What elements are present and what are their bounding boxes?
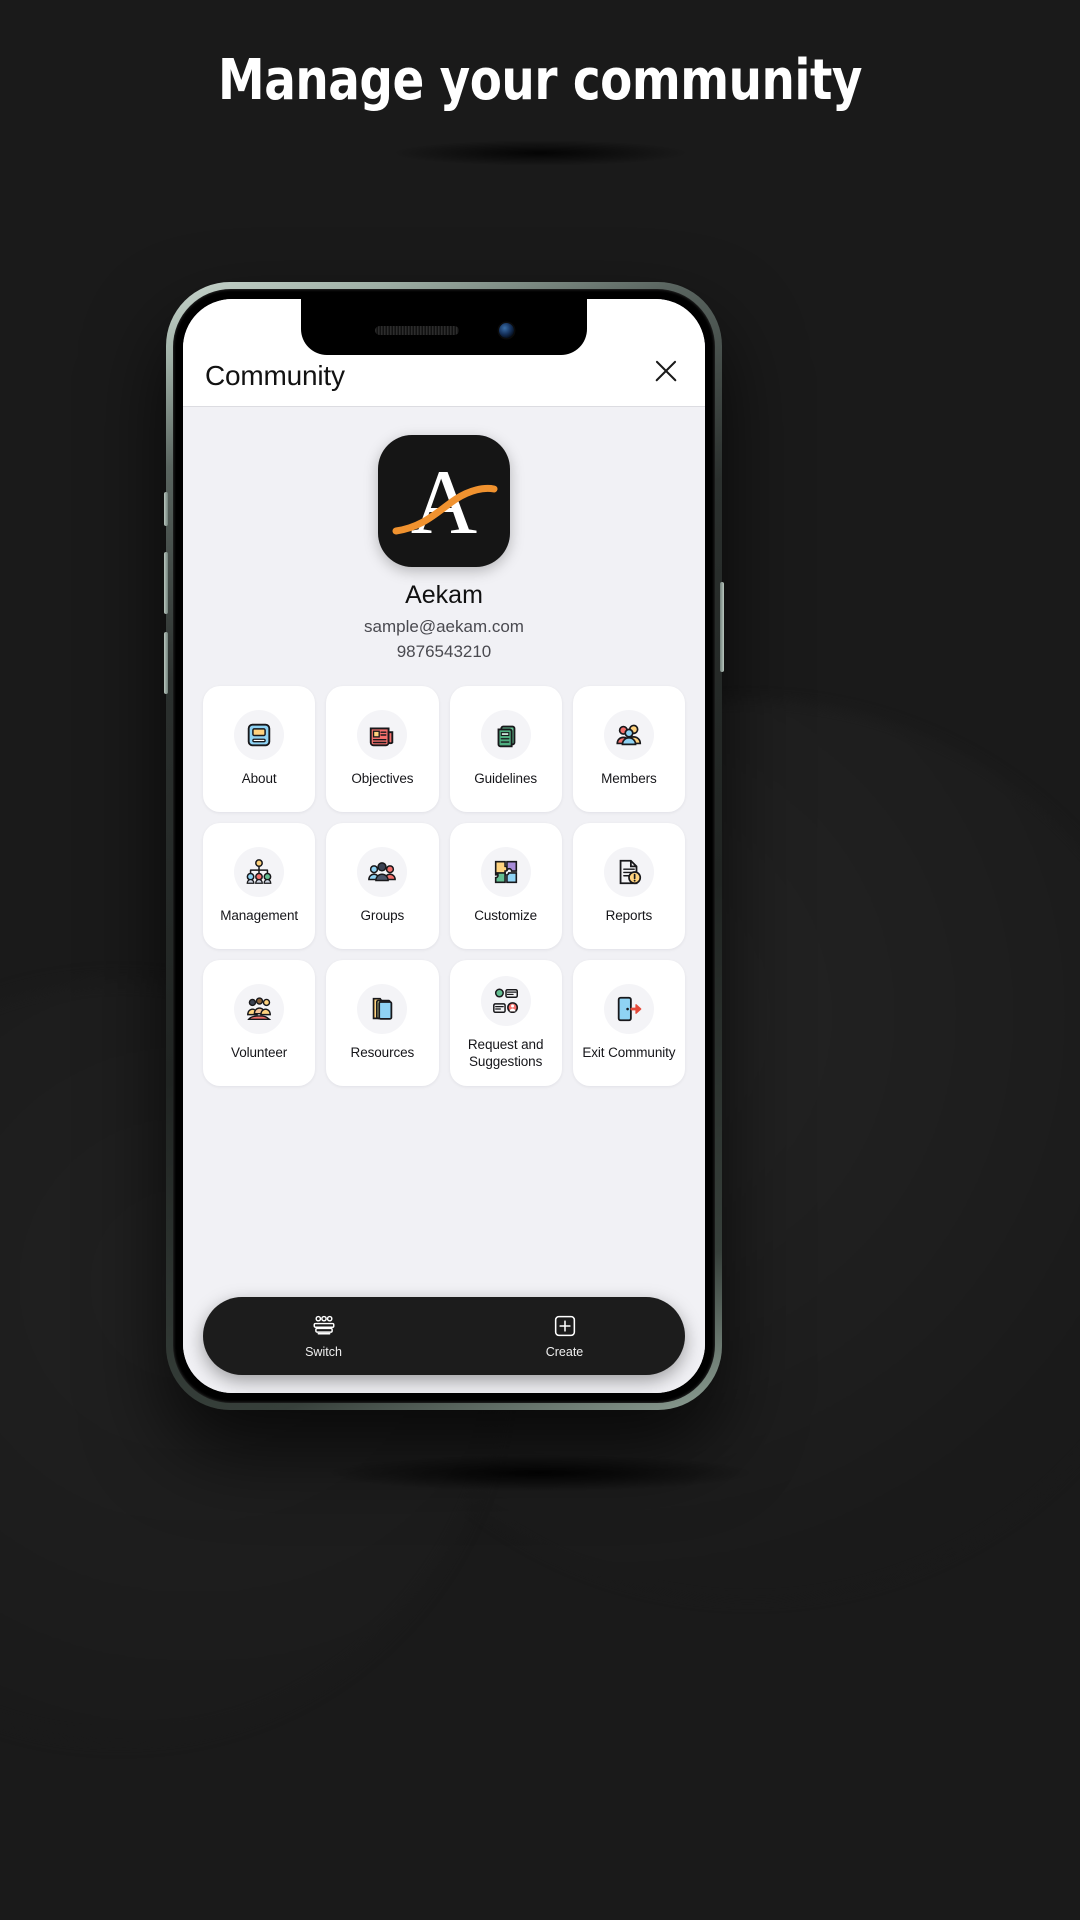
bottombar-label: Create	[545, 1345, 584, 1359]
phone-volume-up-button	[164, 552, 168, 614]
menu-tile-management[interactable]: Management	[203, 823, 316, 949]
request-suggestion-icon	[480, 975, 531, 1026]
svg-text:A: A	[411, 451, 477, 553]
menu-tile-members[interactable]: Members	[572, 686, 685, 812]
menu-tile-volunteer[interactable]: Volunteer	[203, 960, 316, 1086]
close-icon[interactable]	[649, 354, 683, 388]
menu-tile-groups[interactable]: Groups	[326, 823, 439, 949]
menu-tile-label: Management	[220, 908, 299, 924]
group-icon	[357, 847, 408, 898]
menu-tile-objectives[interactable]: Objectives	[326, 686, 439, 812]
phone-power-button	[720, 582, 724, 672]
menu-tile-label: Exit Community	[582, 1045, 676, 1061]
menu-tile-about[interactable]: About	[203, 686, 316, 812]
app-body: A Aekam sample@aekam.com 9876543210 Abou…	[183, 407, 705, 1393]
menu-tile-reports[interactable]: Reports	[572, 823, 685, 949]
profile-phone: 9876543210	[396, 642, 492, 661]
menu-tile-label: Members	[601, 771, 657, 787]
phone-screen: Community A Aekam sample@aekam.com 98765…	[183, 299, 705, 1393]
phone-mockup: Community A Aekam sample@aekam.com 98765…	[164, 282, 724, 1410]
menu-tile-label: Request and Suggestions	[467, 1036, 544, 1069]
report-warning-icon	[603, 847, 654, 898]
page-title: Community	[205, 360, 345, 391]
phone-notch	[301, 299, 587, 355]
menu-tile-customize[interactable]: Customize	[449, 823, 562, 949]
volunteer-hands-icon	[234, 984, 285, 1035]
community-menu-grid: About Objectives Guidelines Members Manageme…	[203, 686, 685, 1086]
menu-tile-resources[interactable]: Resources	[326, 960, 439, 1086]
switch-accounts-icon	[311, 1313, 337, 1339]
exit-door-icon	[603, 984, 654, 1035]
plus-square-icon	[552, 1313, 578, 1339]
folder-files-icon	[357, 984, 408, 1035]
phone-bezel: Community A Aekam sample@aekam.com 98765…	[173, 289, 715, 1403]
puzzle-icon	[480, 847, 531, 898]
menu-tile-request-and-suggestions[interactable]: Request and Suggestions	[449, 960, 562, 1086]
bottombar-switch-button[interactable]: Switch	[203, 1313, 444, 1359]
newspaper-icon	[357, 710, 408, 761]
menu-tile-label: Reports	[605, 908, 653, 924]
menu-tile-label: Customize	[474, 908, 538, 924]
phone-volume-down-button	[164, 632, 168, 694]
phone-silent-switch	[164, 492, 168, 526]
menu-tile-label: Groups	[360, 908, 405, 924]
org-chart-icon	[234, 847, 285, 898]
bottombar-create-button[interactable]: Create	[444, 1313, 685, 1359]
bottom-drop-shadow	[330, 1455, 750, 1491]
profile-name: Aekam	[405, 581, 483, 609]
speaker-grille-icon	[374, 325, 459, 335]
menu-tile-label: About	[241, 771, 277, 787]
people-icon	[603, 710, 654, 761]
menu-tile-exit-community[interactable]: Exit Community	[572, 960, 685, 1086]
book-icon	[234, 710, 285, 761]
community-logo: A	[378, 435, 510, 567]
menu-tile-label: Volunteer	[231, 1045, 288, 1061]
front-camera-icon	[498, 322, 514, 338]
menu-tile-guidelines[interactable]: Guidelines	[449, 686, 562, 812]
bottom-action-bar: Switch Create	[203, 1297, 685, 1375]
menu-tile-label: Resources	[350, 1045, 415, 1061]
community-profile: A Aekam sample@aekam.com 9876543210	[203, 407, 685, 662]
documents-icon	[480, 710, 531, 761]
page-headline: Manage your community	[218, 48, 862, 113]
menu-tile-label: Objectives	[351, 771, 414, 787]
bottombar-label: Switch	[305, 1345, 342, 1359]
page-root: Manage your community Community A Aekam …	[0, 0, 1080, 1920]
profile-email: sample@aekam.com	[364, 617, 524, 636]
top-drop-shadow	[390, 140, 690, 166]
menu-tile-label: Guidelines	[474, 771, 538, 787]
